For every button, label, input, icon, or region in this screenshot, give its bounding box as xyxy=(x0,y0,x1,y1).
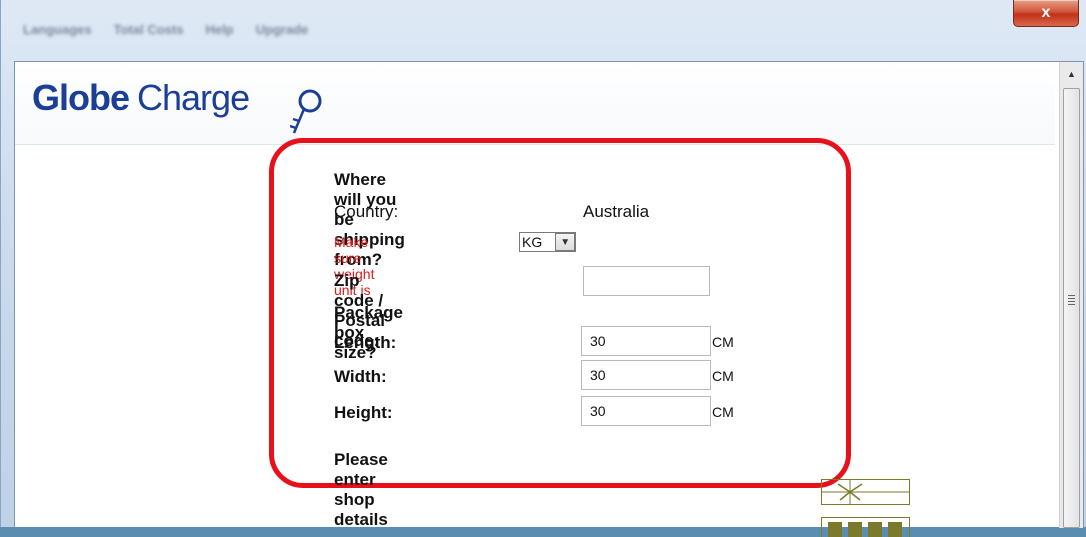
scroll-thumb[interactable] xyxy=(1063,88,1080,528)
section-title-shop-details: Please enter shop details xyxy=(334,450,388,529)
logo-text-globe: Globe xyxy=(32,77,130,118)
carrier-logo-icon xyxy=(821,517,910,537)
title-bar: Languages Total Costs Help Upgrade x xyxy=(1,0,1086,60)
globecharge-logo: Globe Charge xyxy=(32,77,250,118)
chevron-down-icon[interactable]: ▼ xyxy=(555,233,575,251)
menu-item-total-costs[interactable]: Total Costs xyxy=(114,22,184,42)
gift-box-icon xyxy=(821,479,910,505)
country-label: Country: xyxy=(334,202,399,221)
height-input[interactable] xyxy=(581,396,711,426)
zip-code-input[interactable] xyxy=(583,266,710,296)
close-button[interactable]: x xyxy=(1013,0,1079,27)
grip-icon xyxy=(1068,295,1075,305)
weight-unit-select[interactable]: KG ▼ xyxy=(519,232,576,252)
length-input[interactable] xyxy=(581,326,711,356)
menu-item-languages[interactable]: Languages xyxy=(23,22,92,42)
height-unit: CM xyxy=(712,404,734,420)
country-value: Australia xyxy=(583,202,650,221)
length-unit: CM xyxy=(712,334,734,350)
width-input[interactable] xyxy=(581,360,711,390)
menu-item-upgrade[interactable]: Upgrade xyxy=(256,22,309,42)
logo-text-charge: Charge xyxy=(137,77,250,118)
width-label: Width: xyxy=(334,367,387,386)
header: Globe Charge xyxy=(15,62,1055,145)
menu-bar: Languages Total Costs Help Upgrade xyxy=(23,22,308,42)
vertical-scrollbar[interactable]: ▲ xyxy=(1059,62,1083,528)
weight-unit-value: KG xyxy=(522,234,543,250)
close-icon: x xyxy=(1041,4,1051,21)
menu-item-help[interactable]: Help xyxy=(205,22,233,42)
content-area: Globe Charge ▲ Where will you be shippin… xyxy=(14,61,1084,537)
height-label: Height: xyxy=(334,403,393,422)
app-window: Languages Total Costs Help Upgrade x Glo… xyxy=(0,0,1086,537)
scroll-up-arrow-icon[interactable]: ▲ xyxy=(1060,62,1083,86)
length-label: Length: xyxy=(334,333,397,352)
width-unit: CM xyxy=(712,368,734,384)
